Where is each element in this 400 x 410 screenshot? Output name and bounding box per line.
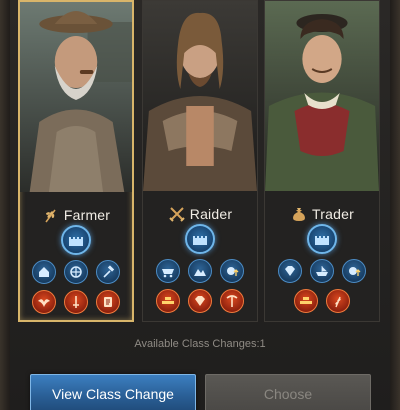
class-cards: Farmer Raider Trader — [18, 0, 388, 322]
gold-bars-icon[interactable] — [156, 289, 180, 313]
skill-row-1 — [265, 259, 379, 283]
resource-up-icon[interactable] — [220, 259, 244, 283]
castle-icon[interactable] — [307, 224, 337, 254]
skill-row-1 — [143, 259, 257, 283]
class-name: Trader — [312, 206, 354, 222]
choose-button[interactable]: Choose — [205, 374, 371, 410]
resource-up-icon[interactable] — [342, 259, 366, 283]
wheat-icon — [45, 209, 56, 223]
class-name: Raider — [189, 206, 233, 222]
crossed-swords-icon — [169, 207, 185, 222]
class-card-raider[interactable]: Raider — [142, 0, 258, 322]
gold-bars-icon[interactable] — [294, 289, 318, 313]
class-title-trader: Trader — [265, 203, 379, 225]
castle-icon[interactable] — [61, 225, 91, 255]
raider-portrait — [143, 1, 257, 191]
trader-portrait — [265, 1, 379, 191]
class-title-farmer: Farmer — [20, 204, 132, 226]
gem-icon[interactable] — [188, 289, 212, 313]
money-bag-icon — [293, 208, 306, 221]
gem-icon[interactable] — [278, 259, 302, 283]
class-name: Farmer — [63, 207, 111, 223]
farmer-portrait — [20, 2, 132, 192]
castle-icon[interactable] — [185, 224, 215, 254]
pickaxe-icon[interactable] — [220, 289, 244, 313]
wheel-icon[interactable] — [64, 260, 88, 284]
class-card-farmer[interactable]: Farmer — [18, 0, 134, 322]
boat-icon[interactable] — [310, 259, 334, 283]
skill-row-2 — [20, 290, 132, 314]
scroll-icon[interactable] — [96, 290, 120, 314]
grain-icon[interactable] — [326, 289, 350, 313]
class-card-trader[interactable]: Trader — [264, 0, 380, 322]
mountain-icon[interactable] — [188, 259, 212, 283]
hammer-icon[interactable] — [96, 260, 120, 284]
cart-icon[interactable] — [156, 259, 180, 283]
skill-row-2 — [265, 289, 379, 313]
sword-icon[interactable] — [64, 290, 88, 314]
class-title-raider: Raider — [143, 203, 257, 225]
house-icon[interactable] — [32, 260, 56, 284]
skill-row-1 — [20, 260, 132, 284]
view-class-change-button[interactable]: View Class Change — [30, 374, 196, 410]
available-class-changes: Available Class Changes:1 — [134, 338, 266, 350]
eagle-icon[interactable] — [32, 290, 56, 314]
skill-row-2 — [143, 289, 257, 313]
